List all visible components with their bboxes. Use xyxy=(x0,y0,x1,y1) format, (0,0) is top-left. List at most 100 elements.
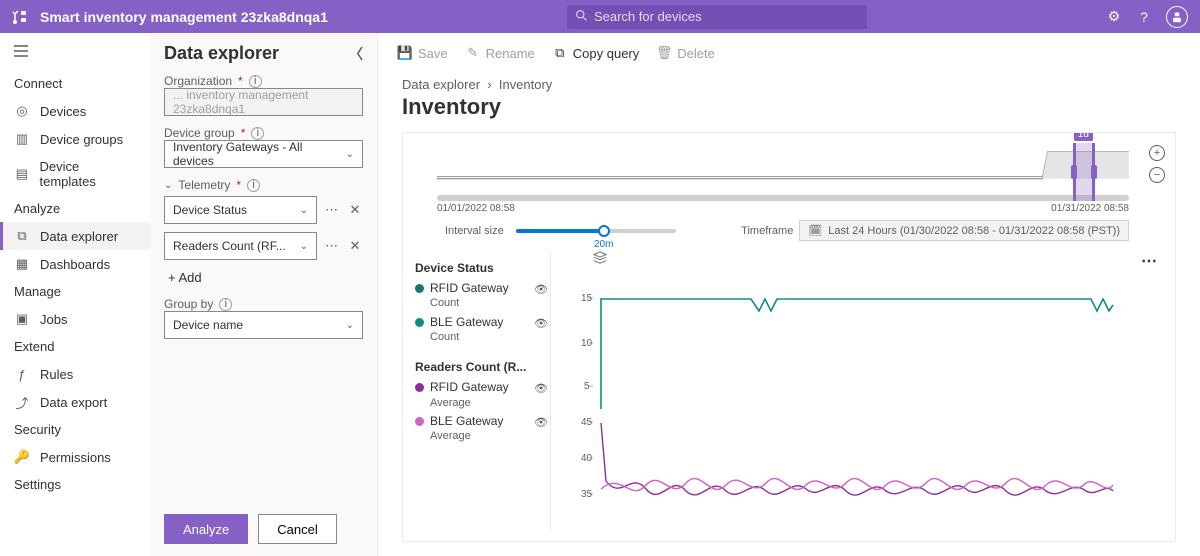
search-input[interactable] xyxy=(594,9,859,24)
timeline-end: 01/31/2022 08:58 xyxy=(1051,203,1129,214)
app-title: Smart inventory management 23zka8dnqa1 xyxy=(40,9,328,25)
delete-icon: 🗑 xyxy=(657,46,671,60)
timeline-track[interactable] xyxy=(437,195,1129,201)
search-box[interactable] xyxy=(567,5,867,29)
jobs-icon: ▣ xyxy=(14,311,30,327)
org-input[interactable]: ... inventory management 23zka8dnqa1 xyxy=(164,88,363,116)
main-content: 💾Save ✎Rename ⧉Copy query 🗑Delete Data e… xyxy=(378,33,1200,556)
chart-card: + − 1d 01/01/2022 08:58 01/31/2022 08:58 xyxy=(402,132,1176,542)
device-groups-icon: ▥ xyxy=(14,131,30,147)
nav-item-device-templates[interactable]: ▤Device templates xyxy=(0,153,150,195)
interval-value: 20m xyxy=(594,239,613,250)
nav-item-devices[interactable]: ◎Devices xyxy=(0,97,150,125)
legend-entry[interactable]: BLE GatewayCount👁 xyxy=(415,313,550,347)
devgroup-select[interactable]: Inventory Gateways - All devices⌄ xyxy=(164,140,363,168)
swatch-icon xyxy=(415,417,424,426)
nav-item-permissions[interactable]: 🔑Permissions xyxy=(0,443,150,471)
legend-entry[interactable]: RFID GatewayAverage👁 xyxy=(415,378,550,412)
more-icon[interactable]: ⋯ xyxy=(323,238,341,254)
add-telemetry-button[interactable]: + Add xyxy=(164,268,363,287)
permissions-icon: 🔑 xyxy=(14,449,30,465)
timeline-start: 01/01/2022 08:58 xyxy=(437,203,515,214)
nav-section-security: Security xyxy=(0,416,150,443)
timeframe-picker[interactable]: 🗓 Last 24 Hours (01/30/2022 08:58 - 01/3… xyxy=(799,220,1129,241)
nav-section-analyze: Analyze xyxy=(0,195,150,222)
interval-slider[interactable]: 20m xyxy=(516,229,676,233)
zoom-in-button[interactable]: + xyxy=(1149,145,1165,161)
groupby-label: Group byi xyxy=(164,297,363,311)
eye-icon[interactable]: 👁 xyxy=(534,283,548,296)
data-explorer-icon: ⧉ xyxy=(14,228,30,244)
swatch-icon xyxy=(415,383,424,392)
avatar[interactable] xyxy=(1166,6,1188,28)
eye-icon[interactable]: 👁 xyxy=(534,382,548,395)
cancel-button[interactable]: Cancel xyxy=(258,514,336,544)
collapse-panel-icon[interactable]: 〈 xyxy=(349,44,363,64)
chevron-down-icon: ⌄ xyxy=(346,149,354,160)
more-options-icon[interactable]: ⋯ xyxy=(1141,251,1159,271)
command-bar: 💾Save ✎Rename ⧉Copy query 🗑Delete xyxy=(378,33,1200,73)
telemetry-select-1[interactable]: Device Status⌄ xyxy=(164,196,317,224)
legend-group-1: Device Status xyxy=(415,261,550,275)
gear-icon[interactable]: ⚙ xyxy=(1106,9,1122,25)
nav-item-data-explorer[interactable]: ⧉Data explorer xyxy=(0,222,150,250)
nav-item-rules[interactable]: ƒRules xyxy=(0,360,150,388)
chevron-down-icon: ⌄ xyxy=(300,205,308,216)
telemetry-label: ⌄Telemetry*i xyxy=(164,178,363,192)
chevron-down-icon: ⌄ xyxy=(300,241,308,252)
hamburger-icon[interactable] xyxy=(0,41,150,70)
devgroup-label: Device group*i xyxy=(164,126,363,140)
nav-item-dashboards[interactable]: ▦Dashboards xyxy=(0,250,150,278)
legend-entry[interactable]: BLE GatewayAverage👁 xyxy=(415,412,550,446)
save-button[interactable]: 💾Save xyxy=(398,46,448,61)
help-icon[interactable]: ? xyxy=(1136,9,1152,25)
timeframe-label: Timeframe xyxy=(741,225,793,237)
device-templates-icon: ▤ xyxy=(14,166,29,182)
breadcrumb: Data explorer › Inventory xyxy=(378,73,1200,92)
rename-button[interactable]: ✎Rename xyxy=(466,46,535,61)
panel-title: Data explorer〈 xyxy=(164,43,363,64)
timeline-minimap[interactable]: 1d xyxy=(437,143,1129,193)
groupby-select[interactable]: Device name⌄ xyxy=(164,311,363,339)
app-waffle-icon[interactable] xyxy=(12,9,28,25)
nav-item-data-export[interactable]: ⤴Data export xyxy=(0,388,150,416)
analyze-button[interactable]: Analyze xyxy=(164,514,248,544)
telemetry-select-2[interactable]: Readers Count (RF...⌄ xyxy=(164,232,317,260)
copy-query-button[interactable]: ⧉Copy query xyxy=(553,46,639,61)
nav-item-device-groups[interactable]: ▥Device groups xyxy=(0,125,150,153)
nav-section-settings: Settings xyxy=(0,471,150,498)
nav-section-manage: Manage xyxy=(0,278,150,305)
nav-section-connect: Connect xyxy=(0,70,150,97)
calendar-icon: 🗓 xyxy=(808,224,822,237)
info-icon[interactable]: i xyxy=(249,75,262,88)
interval-label: Interval size xyxy=(445,225,504,237)
info-icon[interactable]: i xyxy=(251,127,264,140)
nav-item-jobs[interactable]: ▣Jobs xyxy=(0,305,150,333)
chart-readers-count: 45 40 35 xyxy=(551,411,1121,531)
dashboards-icon: ▦ xyxy=(14,256,30,272)
timeline-brush[interactable] xyxy=(1073,143,1095,201)
timeline-badge: 1d xyxy=(1074,132,1093,141)
rename-icon: ✎ xyxy=(466,46,480,60)
zoom-out-button[interactable]: − xyxy=(1149,167,1165,183)
close-icon[interactable]: ✕ xyxy=(347,238,363,254)
search-icon xyxy=(575,9,588,25)
close-icon[interactable]: ✕ xyxy=(347,202,363,218)
chart-device-status: 15 10 5 xyxy=(551,251,1121,411)
layers-icon[interactable] xyxy=(593,251,607,268)
crumb-root[interactable]: Data explorer xyxy=(402,77,480,92)
chevron-down-icon[interactable]: ⌄ xyxy=(164,180,172,191)
eye-icon[interactable]: 👁 xyxy=(534,317,548,330)
legend-entry[interactable]: RFID GatewayCount👁 xyxy=(415,279,550,313)
side-nav: Connect ◎Devices ▥Device groups ▤Device … xyxy=(0,33,150,556)
info-icon[interactable]: i xyxy=(219,298,232,311)
svg-text:45: 45 xyxy=(581,417,593,428)
svg-text:15: 15 xyxy=(581,293,593,304)
rules-icon: ƒ xyxy=(14,366,30,382)
delete-button[interactable]: 🗑Delete xyxy=(657,46,715,61)
eye-icon[interactable]: 👁 xyxy=(534,416,548,429)
chevron-down-icon: ⌄ xyxy=(346,320,354,331)
info-icon[interactable]: i xyxy=(247,179,260,192)
svg-text:10: 10 xyxy=(581,338,593,349)
more-icon[interactable]: ⋯ xyxy=(323,202,341,218)
